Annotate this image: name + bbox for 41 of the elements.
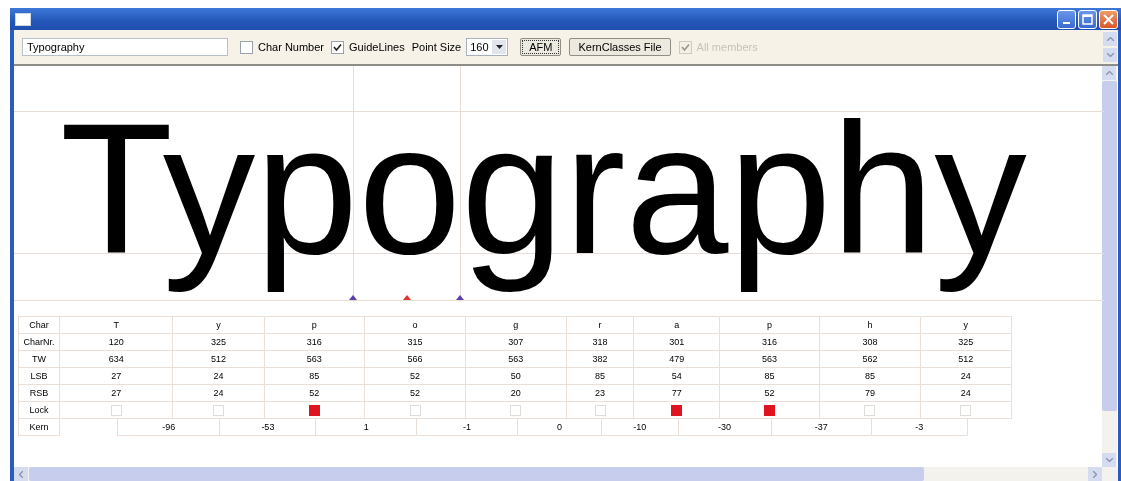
point-size-label: Point Size [411, 41, 462, 53]
guidelines-checkbox[interactable] [331, 40, 345, 54]
chevron-left-icon [19, 470, 23, 478]
checkmark-icon [333, 42, 343, 52]
scroll-up-button[interactable] [1103, 32, 1117, 46]
scrollbar-thumb[interactable] [29, 467, 924, 481]
scroll-down-button[interactable] [1102, 453, 1116, 467]
chevron-up-icon [1105, 71, 1113, 75]
kern-cell: -96 [117, 418, 221, 436]
kern-classes-file-button[interactable]: KernClasses File [569, 38, 671, 56]
row-label: Kern [18, 418, 60, 436]
row-label: Char [18, 316, 60, 334]
guidelines-label: GuideLines [349, 41, 405, 53]
scroll-left-button[interactable] [14, 467, 28, 481]
char-number-checkbox[interactable] [240, 40, 253, 54]
minimize-button[interactable] [1057, 9, 1076, 29]
maximize-button[interactable] [1078, 9, 1097, 29]
maximize-icon [1082, 13, 1093, 25]
chevron-right-icon [1093, 470, 1097, 478]
minimize-icon [1063, 21, 1070, 24]
kern-cell: -3 [870, 418, 968, 436]
char-number-label: Char Number [258, 41, 325, 53]
chevron-down-icon [1106, 53, 1114, 57]
text-field[interactable]: Typography [22, 38, 228, 56]
lock-checkbox[interactable] [764, 404, 776, 416]
sample-text: Typography [60, 85, 1027, 294]
scroll-down-button[interactable] [1103, 48, 1117, 62]
lock-checkbox[interactable] [308, 404, 320, 416]
close-icon [1103, 13, 1114, 25]
scrollbar-thumb[interactable] [1102, 81, 1117, 411]
scroll-up-button[interactable] [1102, 66, 1116, 80]
table-cell: y [919, 316, 1012, 334]
chevron-up-icon [1106, 37, 1114, 41]
scroll-right-button[interactable] [1088, 467, 1102, 481]
lock-checkbox[interactable] [671, 404, 683, 416]
afm-button[interactable]: AFM [520, 38, 562, 56]
caret-icon [495, 45, 503, 49]
close-button[interactable] [1099, 9, 1118, 29]
point-size-dropdown[interactable]: 160 [466, 38, 509, 56]
app-icon [15, 12, 31, 26]
chevron-down-icon [1105, 458, 1113, 462]
